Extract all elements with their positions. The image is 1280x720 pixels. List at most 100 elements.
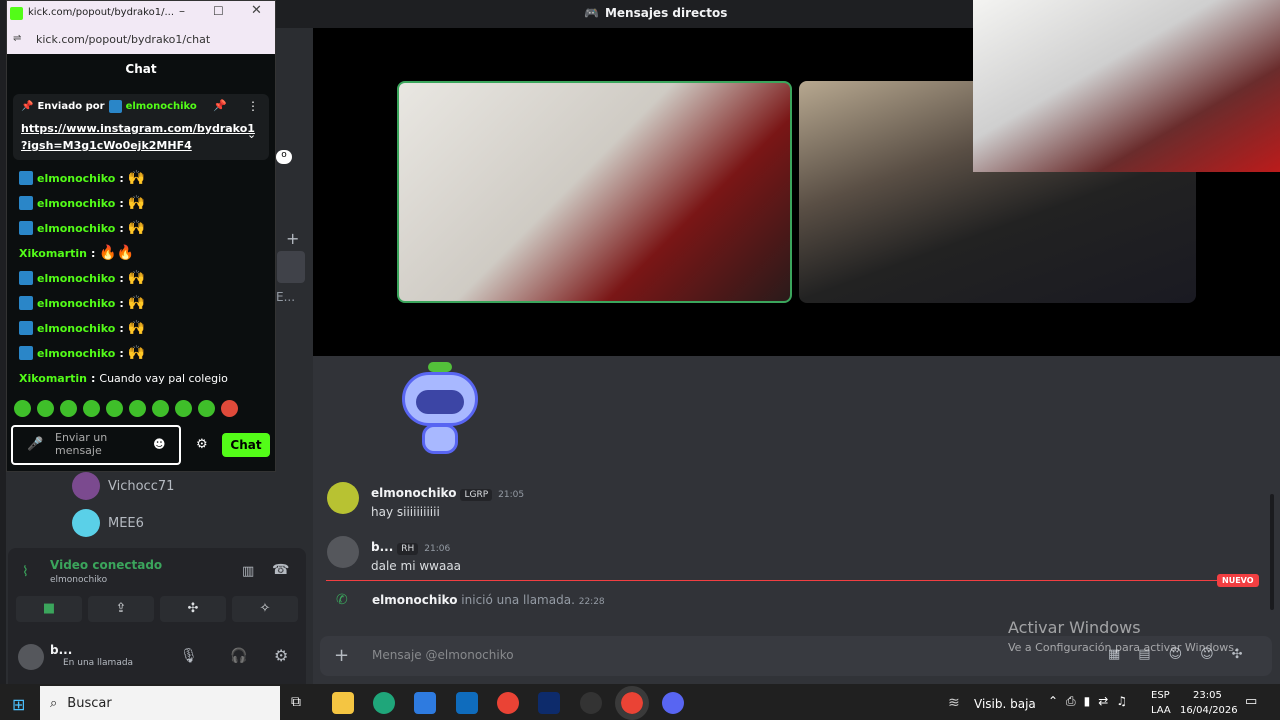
kick-url[interactable]: kick.com/popout/bydrako1/chat xyxy=(36,33,266,49)
clock-time[interactable]: 23:05 xyxy=(1193,690,1222,701)
emote-icon[interactable] xyxy=(198,400,215,417)
scrollbar[interactable] xyxy=(1270,494,1274,610)
weather-icon[interactable]: ≋ xyxy=(948,695,960,711)
disconnect-icon[interactable]: ☎ xyxy=(272,562,289,578)
composer-placeholder[interactable]: Mensaje @elmonochiko xyxy=(372,648,514,662)
badge-icon xyxy=(19,271,33,285)
weather-text[interactable]: Visib. baja xyxy=(974,697,1036,711)
emote-icon[interactable] xyxy=(106,400,123,417)
chrome-icon[interactable] xyxy=(497,692,519,714)
message-author[interactable]: elmonochiko xyxy=(371,486,456,500)
new-badge: NUEVO xyxy=(1217,574,1259,587)
kick-chat-line: elmonochiko: 🙌 xyxy=(19,167,145,189)
edge-icon[interactable] xyxy=(373,692,395,714)
settings-gear-icon[interactable]: ⚙ xyxy=(274,646,288,665)
minimize-icon[interactable]: – xyxy=(179,4,185,18)
emote-icon[interactable] xyxy=(152,400,169,417)
task-view-icon[interactable]: ⧉ xyxy=(291,694,301,710)
noise-icon[interactable]: ▥ xyxy=(242,564,254,579)
kick-username[interactable]: elmonochiko xyxy=(37,222,115,235)
kick-chat-header: Chat xyxy=(125,62,157,76)
activities-button[interactable]: ✣ xyxy=(160,596,226,622)
user-avatar[interactable] xyxy=(18,644,44,670)
emote-icon: 🙌 xyxy=(127,170,146,186)
emote-icon[interactable] xyxy=(221,400,238,417)
vegas-icon[interactable] xyxy=(538,692,560,714)
kick-chat-line: elmonochiko: 🙌 xyxy=(19,192,145,214)
notification-icon[interactable]: ▭ xyxy=(1245,694,1257,709)
unpin-icon[interactable]: 📌 xyxy=(213,99,227,112)
more-options-icon[interactable]: ⋮ xyxy=(247,99,259,113)
voice-status: Video conectado xyxy=(50,558,163,572)
emote-icon[interactable] xyxy=(14,400,31,417)
message-time: 21:05 xyxy=(498,490,525,500)
self-camera-overlay xyxy=(973,0,1280,172)
taskbar-search[interactable]: ⌕ Buscar xyxy=(40,686,280,720)
attach-plus-icon[interactable]: + xyxy=(334,645,349,666)
kick-username[interactable]: elmonochiko xyxy=(37,172,115,185)
member-item[interactable]: MEE6 xyxy=(72,507,144,539)
lang-indicator[interactable]: ESP xyxy=(1151,690,1170,701)
headset-icon[interactable]: 🎧 xyxy=(230,648,247,664)
maximize-icon[interactable]: ☐ xyxy=(213,4,224,18)
obs-icon[interactable] xyxy=(580,692,602,714)
signal-icon: ⌇ xyxy=(22,564,29,580)
message-body: hay siiiiiiiiiii xyxy=(371,505,440,519)
screenshare-button[interactable]: ⇪ xyxy=(88,596,154,622)
windows-start-icon[interactable]: ⊞ xyxy=(12,695,25,714)
topbar-title: 🎮 Mensajes directos xyxy=(584,6,728,20)
file-explorer-icon[interactable] xyxy=(332,692,354,714)
message-author[interactable]: b... xyxy=(371,540,393,554)
clock-date[interactable]: 16/04/2026 xyxy=(1180,705,1238,716)
emote-icon[interactable] xyxy=(60,400,77,417)
discord-taskbar-icon[interactable] xyxy=(662,692,684,714)
add-dm-icon[interactable]: + xyxy=(286,229,299,248)
store-icon[interactable] xyxy=(414,692,436,714)
colon-separator: : xyxy=(119,321,124,335)
avatar[interactable] xyxy=(327,482,359,514)
site-info-icon[interactable]: ⇌ xyxy=(13,33,21,44)
phone-icon: ✆ xyxy=(336,592,348,608)
outlook-icon[interactable] xyxy=(456,692,478,714)
pin-icon: 📌 xyxy=(21,101,34,112)
settings-gear-icon[interactable]: ⚙ xyxy=(196,437,208,452)
kick-username[interactable]: elmonochiko xyxy=(37,197,115,210)
member-item[interactable]: Vichocc71 xyxy=(72,470,174,502)
emote-icon[interactable] xyxy=(83,400,100,417)
kick-send-chat-button[interactable]: Chat xyxy=(222,433,270,457)
emote-icon: 🙌 xyxy=(127,195,146,211)
lang-indicator-sub[interactable]: LAA xyxy=(1151,705,1171,716)
emote-icon: 🙌 xyxy=(127,270,146,286)
kick-username[interactable]: elmonochiko xyxy=(37,297,115,310)
kick-username[interactable]: elmonochiko xyxy=(37,322,115,335)
colon-separator: : xyxy=(119,296,124,310)
tray-icons[interactable]: ⌃⎙▮⇄♫ xyxy=(1048,694,1135,709)
kick-username[interactable]: elmonochiko xyxy=(37,272,115,285)
avatar[interactable] xyxy=(327,536,359,568)
activate-windows-watermark: Activar Windows Ve a Configuración para … xyxy=(1008,618,1238,654)
kick-logo-icon xyxy=(10,7,23,20)
kick-message-input[interactable]: 🎤 Enviar un mensaje ☻ xyxy=(11,425,181,465)
emote-icon[interactable] xyxy=(37,400,54,417)
chevron-down-icon[interactable]: ⌄ xyxy=(247,128,256,141)
emote-icon[interactable] xyxy=(129,400,146,417)
mic-icon[interactable]: 🎙 xyxy=(180,648,198,664)
wumpus-sticker xyxy=(392,362,488,458)
pinned-link[interactable]: https://www.instagram.com/bydrako1 xyxy=(21,122,255,135)
kick-titlebar: kick.com/popout/bydrako1/... – ☐ ✕ xyxy=(7,1,275,27)
close-icon[interactable]: ✕ xyxy=(251,3,262,18)
pinned-message[interactable]: 📌 Enviado por elmonochiko 📌 ⋮ https://ww… xyxy=(13,94,269,160)
video-tile-speaking[interactable] xyxy=(397,81,792,303)
camera-button[interactable]: ■ xyxy=(16,596,82,622)
emote-icon[interactable] xyxy=(175,400,192,417)
kick-username[interactable]: elmonochiko xyxy=(37,347,115,360)
guild-tag: LGRP xyxy=(460,489,493,501)
kick-username[interactable]: Xikomartin xyxy=(19,372,87,385)
pinned-link-cont[interactable]: ?igsh=M3g1cWo0ejk2MHF4 xyxy=(21,139,192,152)
mic-icon[interactable]: 🎤 xyxy=(27,437,43,452)
sidebar-selected-item[interactable] xyxy=(277,251,305,283)
emoji-icon[interactable]: ☻ xyxy=(153,437,166,451)
soundboard-button[interactable]: ✧ xyxy=(232,596,298,622)
chrome-active-icon[interactable] xyxy=(615,686,649,720)
kick-username[interactable]: Xikomartin xyxy=(19,247,87,260)
